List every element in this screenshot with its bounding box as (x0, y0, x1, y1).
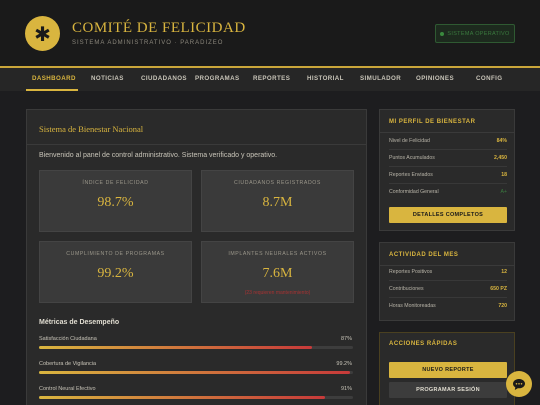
stat-value: 8.7M (262, 195, 293, 210)
metric-label: Cobertura de Vigilancia (39, 361, 97, 367)
metric-progress-bar (39, 371, 353, 374)
quick-actions-title: ACCIONES RÁPIDAS (389, 341, 458, 347)
schedule-session-button[interactable]: PROGRAMAR SESIÓN (389, 382, 507, 398)
stat-label: CUMPLIMIENTO DE PROGRAMAS (66, 251, 165, 257)
row-value: 2,450 (494, 155, 507, 161)
app-title: COMITÉ DE FELICIDAD (72, 20, 246, 36)
nav-reportes[interactable]: REPORTES (253, 75, 290, 82)
nav-ciudadanos[interactable]: CIUDADANOS (141, 75, 187, 82)
row-value: 720 (498, 303, 507, 309)
metric-progress-bar (39, 396, 353, 399)
welcome-text: Bienvenido al panel de control administr… (39, 152, 278, 159)
stat-label: IMPLANTES NEURALES ACTIVOS (228, 251, 327, 257)
new-report-button[interactable]: NUEVO REPORTE (389, 362, 507, 378)
main-nav: DASHBOARD NOTICIAS CIUDADANOS PROGRAMAS … (0, 66, 540, 91)
row-key: Conformidad General (389, 189, 439, 195)
metric-progress-fill (39, 346, 313, 349)
full-details-button[interactable]: DETALLES COMPLETOS (389, 207, 507, 223)
metric-value: 99.2% (336, 361, 352, 367)
stat-card-neural-implants: IMPLANTES NEURALES ACTIVOS 7.6M (23 requ… (201, 241, 354, 303)
row-value: 650 PZ (490, 286, 507, 292)
app-header: ✱ COMITÉ DE FELICIDAD SISTEMA ADMINISTRA… (0, 0, 540, 66)
national-welfare-panel: Sistema de Bienestar Nacional Bienvenido… (26, 109, 367, 405)
row-value: A+ (500, 189, 508, 195)
quick-actions-panel: ACCIONES RÁPIDAS NUEVO REPORTE PROGRAMAR… (379, 332, 515, 405)
nav-dashboard[interactable]: DASHBOARD (32, 75, 76, 82)
activity-row: Reportes Positivos 12 (389, 264, 507, 281)
row-key: Nivel de Felicidad (389, 138, 430, 144)
row-key: Reportes Positivos (389, 269, 433, 275)
profile-row: Nivel de Felicidad 84% (389, 133, 507, 150)
nav-opiniones[interactable]: OPINIONES (416, 75, 454, 82)
row-key: Reportes Enviados (389, 172, 433, 178)
profile-title: MI PERFIL DE BIENESTAR (389, 119, 476, 125)
wellbeing-profile-panel: MI PERFIL DE BIENESTAR Nivel de Felicida… (379, 109, 515, 231)
stat-card-compliance: CUMPLIMIENTO DE PROGRAMAS 99.2% (39, 241, 192, 303)
row-value: 12 (501, 269, 507, 275)
profile-row: Puntos Acumulados 2,450 (389, 150, 507, 167)
stat-label: ÍNDICE DE FELICIDAD (82, 180, 149, 186)
panel-title: Sistema de Bienestar Nacional (39, 124, 144, 134)
activity-row: Contribuciones 650 PZ (389, 281, 507, 298)
row-key: Contribuciones (389, 286, 424, 292)
row-value: 18 (501, 172, 507, 178)
row-value: 84% (496, 138, 507, 144)
metric-progress-fill (39, 371, 351, 374)
stat-label: CIUDADANOS REGISTRADOS (234, 180, 321, 186)
metric-value: 91% (340, 386, 352, 392)
activity-title: ACTIVIDAD DEL MES (389, 252, 459, 258)
metric-progress-fill (39, 396, 325, 399)
stat-card-happiness: ÍNDICE DE FELICIDAD 98.7% (39, 170, 192, 232)
row-key: Horas Monitoreadas (389, 303, 436, 309)
profile-row: Conformidad General A+ (389, 184, 507, 201)
nav-noticias[interactable]: NOTICIAS (91, 75, 124, 82)
star-logo-icon: ✱ (25, 16, 60, 51)
maintenance-warning: (23 requieren mantenimiento) (244, 290, 311, 296)
stat-value: 99.2% (97, 266, 134, 281)
status-dot-icon (440, 31, 445, 36)
activity-row: Horas Monitoreadas 720 (389, 298, 507, 315)
stat-card-citizens: CIUDADANOS REGISTRADOS 8.7M (201, 170, 354, 232)
nav-config[interactable]: CONFIG (476, 75, 502, 82)
divider (27, 144, 366, 145)
speech-bubble-icon (513, 378, 525, 390)
app-subtitle: SISTEMA ADMINISTRATIVO · PARADIZEO (72, 40, 224, 46)
chat-icon[interactable] (506, 371, 532, 397)
metric-label: Control Neural Efectivo (39, 386, 96, 392)
nav-historial[interactable]: HISTORIAL (307, 75, 344, 82)
metric-progress-bar (39, 346, 353, 349)
monthly-activity-panel: ACTIVIDAD DEL MES Reportes Positivos 12 … (379, 242, 515, 321)
system-status-label: SISTEMA OPERATIVO (447, 30, 510, 37)
metric-label: Satisfacción Ciudadana (39, 336, 97, 342)
system-status-badge: SISTEMA OPERATIVO (435, 24, 515, 43)
row-key: Puntos Acumulados (389, 155, 435, 161)
stat-value: 98.7% (97, 195, 134, 210)
nav-simulador[interactable]: SIMULADOR (360, 75, 401, 82)
profile-row: Reportes Enviados 18 (389, 167, 507, 184)
metric-value: 87% (340, 336, 352, 342)
nav-programas[interactable]: PROGRAMAS (195, 75, 240, 82)
stat-value: 7.6M (262, 266, 293, 281)
active-tab-indicator (26, 89, 78, 91)
metrics-title: Métricas de Desempeño (39, 319, 120, 326)
